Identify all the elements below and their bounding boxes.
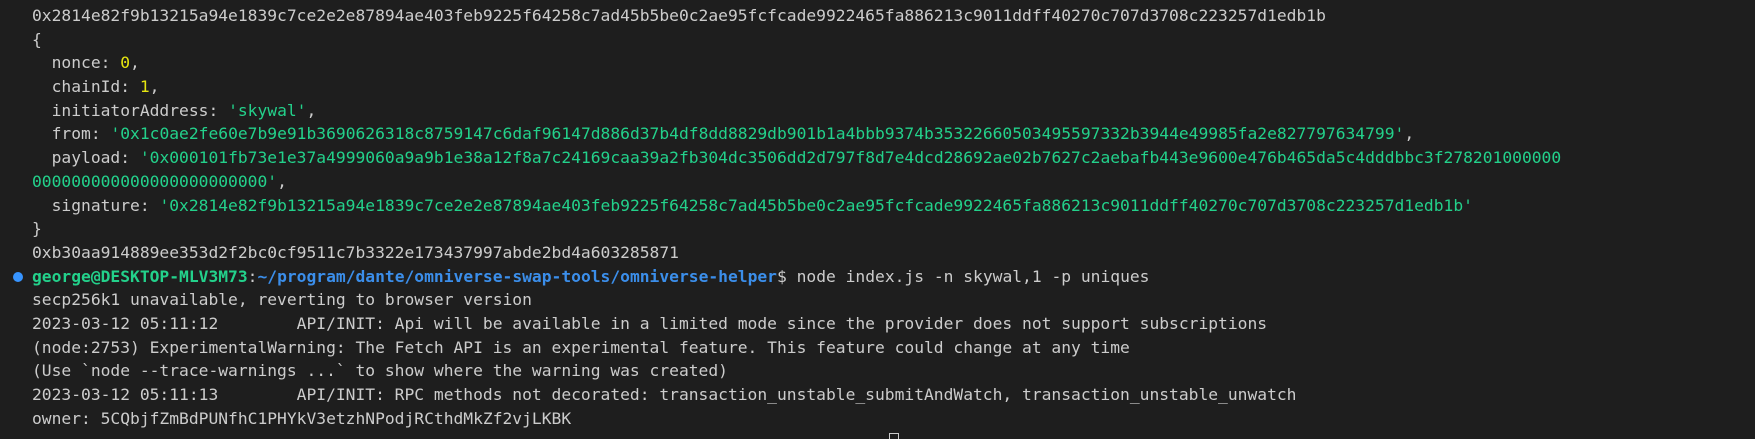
payload-line: payload: '0x000101fb73e1e37a4999060a9a9b… — [0, 146, 1755, 170]
prompt-command: node index.js -n skywal,1 -p uniques — [796, 266, 1150, 286]
prompt-user-host: george@DESKTOP-MLV3M73 — [32, 266, 248, 286]
object-open-brace: { — [32, 29, 42, 49]
command-decoration-icon[interactable] — [13, 271, 23, 282]
nonce-key: nonce: — [51, 53, 121, 73]
comma: , — [306, 100, 317, 120]
from-line: from: '0x1c0ae2fe60e7b9e91b3690626318c87… — [0, 122, 1755, 146]
from-value: '0x1c0ae2fe60e7b9e91b3690626318c8759147c… — [110, 124, 1405, 144]
output-line: owner: 5CQbjfZmBdPUNfhC1PHYkV3etzhNPodjR… — [32, 408, 572, 428]
payload-value-part2: 000000000000000000000000' — [32, 171, 278, 191]
prompt-line: george@DESKTOP-MLV3M73:~/program/dante/o… — [0, 265, 1755, 289]
comma: , — [1404, 124, 1415, 144]
from-key: from: — [51, 124, 111, 144]
output-line: 2023-03-12 05:11:13 API/INIT: RPC method… — [32, 385, 1297, 404]
signature-line: signature: '0x2814e82f9b13215a94e1839c7c… — [0, 194, 1755, 218]
object-close-brace: } — [32, 219, 42, 239]
output-line: (node:2753) ExperimentalWarning: The Fet… — [32, 337, 1130, 357]
chainid-key: chainId: — [51, 77, 140, 97]
prompt-symbol: $ — [776, 266, 797, 286]
output-line: secp256k1 unavailable, reverting to brow… — [32, 290, 532, 310]
comma: , — [277, 171, 287, 191]
prompt-path: ~/program/dante/omniverse-swap-tools/omn… — [257, 266, 777, 286]
terminal-output[interactable]: 0x2814e82f9b13215a94e1839c7ce2e2e87894ae… — [0, 4, 1755, 430]
signature-value: '0x2814e82f9b13215a94e1839c7ce2e2e87894a… — [159, 195, 1473, 215]
prompt-colon: : — [247, 266, 258, 286]
comma: , — [149, 77, 160, 97]
nonce-line: nonce: 0, — [0, 51, 1755, 75]
comma: , — [130, 53, 140, 73]
payload-key: payload: — [51, 148, 140, 168]
output-line: (Use `node --trace-warnings ...` to show… — [32, 361, 728, 381]
chainid-value: 1 — [139, 77, 150, 97]
terminal-cursor — [889, 433, 899, 439]
payload-value-part1: '0x000101fb73e1e37a4999060a9a9b1e38a12f8… — [139, 148, 1562, 168]
initiator-key: initiatorAddress: — [51, 100, 229, 120]
signature-key: signature: — [51, 195, 160, 215]
tx-hash-line: 0xb30aa914889ee353d2f2bc0cf9511c7b3322e1… — [32, 242, 679, 262]
initiator-line: initiatorAddress: 'skywal', — [0, 99, 1755, 123]
payload-line-wrap: 000000000000000000000000', — [0, 170, 1755, 194]
chainid-line: chainId: 1, — [0, 75, 1755, 99]
signature-hash-line: 0x2814e82f9b13215a94e1839c7ce2e2e87894ae… — [32, 6, 1326, 25]
output-line: 2023-03-12 05:11:12 API/INIT: Api will b… — [32, 313, 1268, 333]
initiator-value: 'skywal' — [228, 100, 307, 120]
nonce-value: 0 — [120, 53, 131, 73]
